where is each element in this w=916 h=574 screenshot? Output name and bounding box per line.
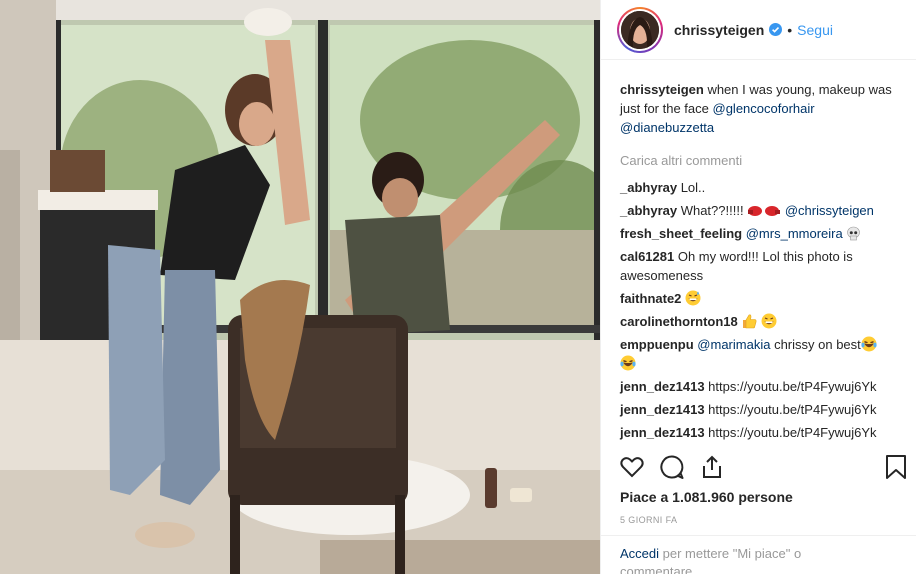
boxing-glove-icon xyxy=(748,206,781,216)
comment: jenn_dez1413 https://youtu.be/tP4Fywuj6Y… xyxy=(620,400,900,419)
grinning-sweat-icon xyxy=(685,290,701,306)
verified-badge-icon xyxy=(769,23,783,36)
comment-text: https://youtu.be/tP4Fywuj6Yk xyxy=(704,402,877,417)
login-prompt: Accedi per mettere "Mi piace" o commenta… xyxy=(620,545,850,574)
thumbs-up-icon xyxy=(743,313,777,329)
comment-list: chrissyteigen when I was young, makeup w… xyxy=(620,80,900,446)
comment: jenn_dez1413 https://youtu.be/tP4Fywuj6Y… xyxy=(620,423,900,442)
load-more-comments-button[interactable]: Carica altri commenti xyxy=(620,151,900,170)
comment-username[interactable]: carolinethornton18 xyxy=(620,314,738,329)
comment: emppuenpu @marimakia chrissy on best xyxy=(620,335,900,373)
bookmark-icon[interactable] xyxy=(884,454,908,480)
comment: cal61281 Oh my word!!! Lol this photo is… xyxy=(620,247,900,285)
comment-text: https://youtu.be/tP4Fywuj6Yk xyxy=(704,425,877,440)
comment-username[interactable]: jenn_dez1413 xyxy=(620,402,705,417)
comment-text: Lol.. xyxy=(677,180,706,195)
comment-mention[interactable]: @mrs_mmoreira xyxy=(746,226,843,241)
comment-username[interactable]: cal61281 xyxy=(620,249,674,264)
comment: jenn_dez1413 https://youtu.be/tP4Fywuj6Y… xyxy=(620,377,900,396)
follow-button[interactable]: Segui xyxy=(797,22,833,38)
comment-mention[interactable]: @chrissyteigen xyxy=(785,203,874,218)
post-time[interactable]: 5 GIORNI FA xyxy=(620,515,677,525)
comment-username[interactable]: jenn_dez1413 xyxy=(620,379,705,394)
comment-username[interactable]: emppuenpu xyxy=(620,337,694,352)
action-bar xyxy=(619,454,914,484)
comment-text: chrissy on best xyxy=(770,337,861,352)
caption: chrissyteigen when I was young, makeup w… xyxy=(620,80,900,137)
divider xyxy=(601,535,916,536)
post-header: chrissyteigen • Segui xyxy=(601,0,916,60)
story-ring[interactable] xyxy=(617,6,663,53)
comment-text: What??!!!!! xyxy=(677,203,744,218)
comment-username[interactable]: jenn_dez1413 xyxy=(620,425,705,440)
login-link[interactable]: Accedi xyxy=(620,546,659,561)
laughing-tears-icon xyxy=(861,336,877,352)
comment: carolinethornton18 xyxy=(620,312,900,331)
caption-mention[interactable]: @glencocoforhair xyxy=(713,101,815,116)
header-username[interactable]: chrissyteigen xyxy=(674,22,764,38)
comment: _abhyray What??!!!!! @chrissyteigen xyxy=(620,201,900,220)
like-count[interactable]: Piace a 1.081.960 persone xyxy=(620,489,793,505)
comment-icon[interactable] xyxy=(659,454,685,480)
caption-username[interactable]: chrissyteigen xyxy=(620,82,704,97)
avatar xyxy=(621,10,659,49)
instagram-post: chrissyteigen • Segui chrissyteigen when… xyxy=(0,0,916,574)
caption-mention[interactable]: @dianebuzzetta xyxy=(620,120,714,135)
post-photo-image xyxy=(0,0,600,574)
comment-mention[interactable]: @marimakia xyxy=(697,337,770,352)
share-icon[interactable] xyxy=(699,454,725,480)
comment: faithnate2 xyxy=(620,289,900,308)
comment: fresh_sheet_feeling @mrs_mmoreira xyxy=(620,224,900,243)
comment-username[interactable]: fresh_sheet_feeling xyxy=(620,226,742,241)
post-photo[interactable] xyxy=(0,0,600,574)
comment: _abhyray Lol.. xyxy=(620,178,900,197)
laughing-tears-icon xyxy=(620,355,636,371)
heart-icon[interactable] xyxy=(619,454,645,480)
comment-username[interactable]: faithnate2 xyxy=(620,291,681,306)
comment-text: https://youtu.be/tP4Fywuj6Yk xyxy=(704,379,877,394)
comment-username[interactable]: _abhyray xyxy=(620,180,677,195)
skull-icon xyxy=(847,226,861,241)
separator-dot: • xyxy=(787,21,793,38)
comment-username[interactable]: _abhyray xyxy=(620,203,677,218)
post-sidebar: chrissyteigen • Segui chrissyteigen when… xyxy=(601,0,916,574)
